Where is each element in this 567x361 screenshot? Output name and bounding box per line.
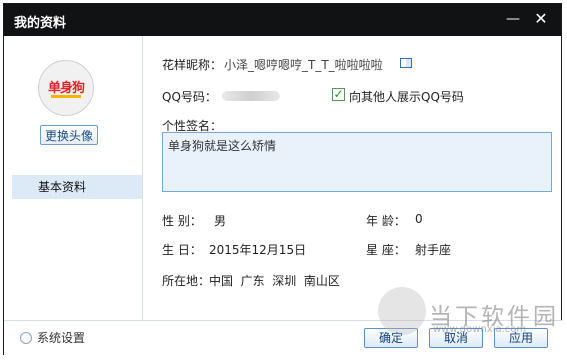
show-qq-checkbox[interactable]: ✓	[332, 88, 345, 101]
location-label: 所在地：	[162, 274, 211, 288]
gender-value: 男	[214, 214, 227, 228]
gender-label: 性 别：	[162, 214, 202, 228]
zodiac-label: 星 座：	[366, 243, 406, 257]
close-button[interactable]: ✕	[530, 9, 552, 29]
watermark-logo	[378, 287, 426, 335]
change-avatar-button[interactable]: 更换头像	[40, 125, 98, 145]
qq-label: QQ号码：	[162, 90, 217, 104]
sidebar: 单身狗 更换头像 基本资料	[4, 36, 143, 320]
age-label: 年 龄：	[366, 214, 406, 228]
location-value: 中国 广东 深圳 南山区	[209, 274, 340, 288]
signature-text: 单身狗就是这么矫情	[168, 139, 277, 153]
avatar-text: 单身狗	[47, 81, 85, 96]
checkbox-icon: ✓	[333, 87, 344, 101]
birthday-label: 生 日：	[162, 243, 202, 257]
system-settings-label: 系统设置	[37, 331, 86, 345]
profile-main: 花样昵称： 小泽_嗯哼嗯哼_T_T_啦啦啦啦 QQ号码： ✓ 向其他人展示QQ号…	[142, 36, 561, 320]
nickname-value: 小泽_嗯哼嗯哼_T_T_啦啦啦啦	[224, 58, 383, 72]
gear-icon	[20, 332, 32, 344]
title-bar: 我的资料 — ✕	[4, 4, 561, 36]
minimize-icon: —	[506, 11, 520, 27]
signature-input[interactable]: 单身狗就是这么矫情	[162, 132, 552, 192]
sidebar-item-basic-info[interactable]: 基本资料	[12, 175, 142, 199]
minimize-button[interactable]: —	[502, 9, 524, 29]
card-icon[interactable]	[400, 58, 412, 68]
system-settings-link[interactable]: 系统设置	[20, 329, 85, 346]
nickname-label: 花样昵称：	[162, 58, 223, 72]
avatar-decoration	[51, 95, 81, 98]
zodiac-value: 射手座	[415, 243, 452, 257]
qq-number-hidden	[222, 91, 280, 101]
watermark-url: www.downxia.com	[433, 324, 527, 335]
sidebar-item-label: 基本资料	[38, 180, 87, 194]
window-title: 我的资料	[14, 16, 67, 31]
birthday-value: 2015年12月15日	[209, 243, 307, 257]
close-icon: ✕	[534, 9, 548, 28]
avatar[interactable]: 单身狗	[38, 60, 94, 116]
age-value: 0	[415, 212, 423, 226]
show-qq-label: 向其他人展示QQ号码	[349, 90, 464, 104]
